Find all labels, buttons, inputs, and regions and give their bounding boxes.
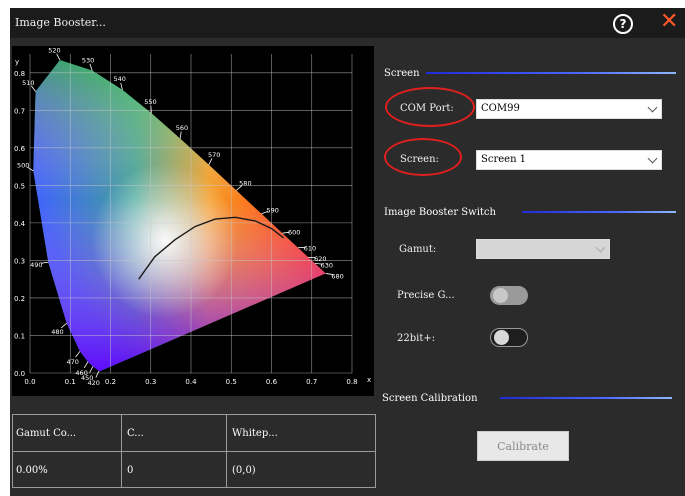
wavelength-tick [120, 82, 123, 91]
x-tick-label: 0.5 [226, 378, 237, 386]
wavelength-label: 540 [113, 75, 125, 83]
calibrate-button[interactable]: Calibrate [477, 431, 569, 461]
wavelength-label: 500 [17, 161, 29, 169]
x-tick-label: 0.2 [105, 378, 116, 386]
white-point-glow [33, 60, 326, 372]
wavelength-label: 510 [22, 79, 34, 87]
chevron-down-icon [595, 242, 606, 253]
wavelength-label: 470 [66, 358, 78, 366]
window-title: Image Booster... [15, 16, 106, 29]
y-tick-label: 0.5 [14, 182, 25, 190]
wavelength-label: 580 [239, 180, 251, 188]
image-booster-window: Image Booster... ? ✕ 0.0 0.1 0.2 0.3 0.4 0.5 0… [10, 8, 685, 496]
screen-value: Screen 1 [481, 154, 527, 165]
wavelength-label: 600 [288, 229, 300, 237]
screen-calibration-header: Screen Calibration [382, 393, 478, 404]
y-tick-label: 0.4 [14, 220, 26, 228]
wavelength-tick [56, 53, 61, 61]
table-col-divider [226, 415, 227, 487]
y-tick-label: 0.3 [14, 257, 25, 265]
22bit-label: 22bit+: [397, 333, 436, 344]
22bit-toggle[interactable] [490, 328, 528, 347]
y-axis-label: y [15, 58, 19, 66]
precise-gamut-label: Precise G... [397, 290, 455, 301]
wavelength-label: 610 [304, 245, 316, 253]
x-tick-label: 0.0 [24, 378, 35, 386]
gamut-select[interactable] [476, 239, 610, 259]
toggle-knob [494, 330, 509, 345]
image-booster-switch-header: Image Booster Switch [384, 207, 496, 218]
section-divider [426, 72, 676, 74]
wavelength-tick [179, 131, 182, 139]
wavelength-label: 630 [321, 262, 333, 270]
wavelength-tick [83, 361, 89, 369]
wavelength-label: 680 [331, 272, 343, 280]
chevron-down-icon [647, 153, 658, 164]
y-tick-label: 0.8 [14, 70, 25, 78]
screen-select[interactable]: Screen 1 [476, 150, 662, 170]
wavelength-label: 460 [75, 369, 87, 377]
wavelength-label: 520 [48, 46, 60, 54]
wavelength-tick [95, 370, 100, 378]
x-tick-label: 0.4 [185, 378, 197, 386]
gamut-label: Gamut: [399, 244, 437, 255]
toggle-knob [493, 288, 508, 303]
x-tick-label: 0.7 [306, 378, 317, 386]
wavelength-tick [89, 63, 93, 71]
close-icon[interactable]: ✕ [660, 10, 678, 34]
wavelength-tick [208, 158, 213, 166]
screen-section-header: Screen [384, 68, 420, 79]
precise-gamut-toggle[interactable] [490, 286, 528, 305]
table-col-divider [121, 415, 122, 487]
y-tick-label: 0.7 [14, 107, 25, 115]
section-divider [522, 211, 676, 213]
x-tick-label: 0.1 [65, 378, 76, 386]
x-tick-label: 0.8 [346, 378, 357, 386]
wavelength-label: 490 [30, 261, 42, 269]
table-row-divider [13, 451, 375, 452]
x-tick-label: 0.3 [145, 378, 156, 386]
table-header-c: C... [127, 428, 144, 439]
wavelength-label: 560 [176, 124, 188, 132]
title-bar: Image Booster... ? ✕ [10, 8, 685, 38]
y-tick-label: 0.6 [14, 145, 26, 153]
wavelength-label: 480 [51, 328, 63, 336]
section-divider [500, 397, 672, 399]
cie-chart-svg: 0.0 0.1 0.2 0.3 0.4 0.5 0.6 0.7 0.8 0.0 0.1 0.2 0.3 0… [14, 46, 371, 386]
cie-chromaticity-chart: 0.0 0.1 0.2 0.3 0.4 0.5 0.6 0.7 0.8 0.0 0.1 0.2 0.3 0… [12, 46, 374, 396]
table-cell-gamut-coverage: 0.00% [16, 465, 48, 476]
table-cell-c: 0 [127, 465, 134, 476]
com-port-value: COM99 [481, 103, 520, 114]
wavelength-label: 530 [82, 56, 94, 64]
com-port-select[interactable]: COM99 [476, 99, 662, 119]
y-tick-label: 0.2 [14, 295, 25, 303]
x-tick-label: 0.6 [266, 378, 278, 386]
y-tick-label: 0.1 [14, 332, 25, 340]
wavelength-tick [150, 105, 152, 114]
y-tick-label: 0.0 [14, 370, 25, 378]
chevron-down-icon [647, 102, 658, 113]
wavelength-label: 590 [267, 206, 279, 214]
screen-label: Screen: [400, 154, 439, 165]
table-header-whitepoint: Whitep... [232, 428, 278, 439]
com-port-label: COM Port: [400, 103, 454, 114]
table-header-gamut-coverage: Gamut Co... [16, 428, 77, 439]
wavelength-tick [89, 366, 94, 373]
wavelength-label: 570 [208, 151, 220, 159]
table-cell-whitepoint: (0,0) [232, 465, 256, 476]
wavelength-label: 550 [144, 98, 156, 106]
question-circle-icon[interactable]: ? [613, 14, 633, 34]
gamut-table: Gamut Co... C... Whitep... 0.00% 0 (0,0) [12, 414, 376, 488]
wavelength-tick [75, 351, 81, 358]
x-axis-label: x [367, 376, 371, 384]
